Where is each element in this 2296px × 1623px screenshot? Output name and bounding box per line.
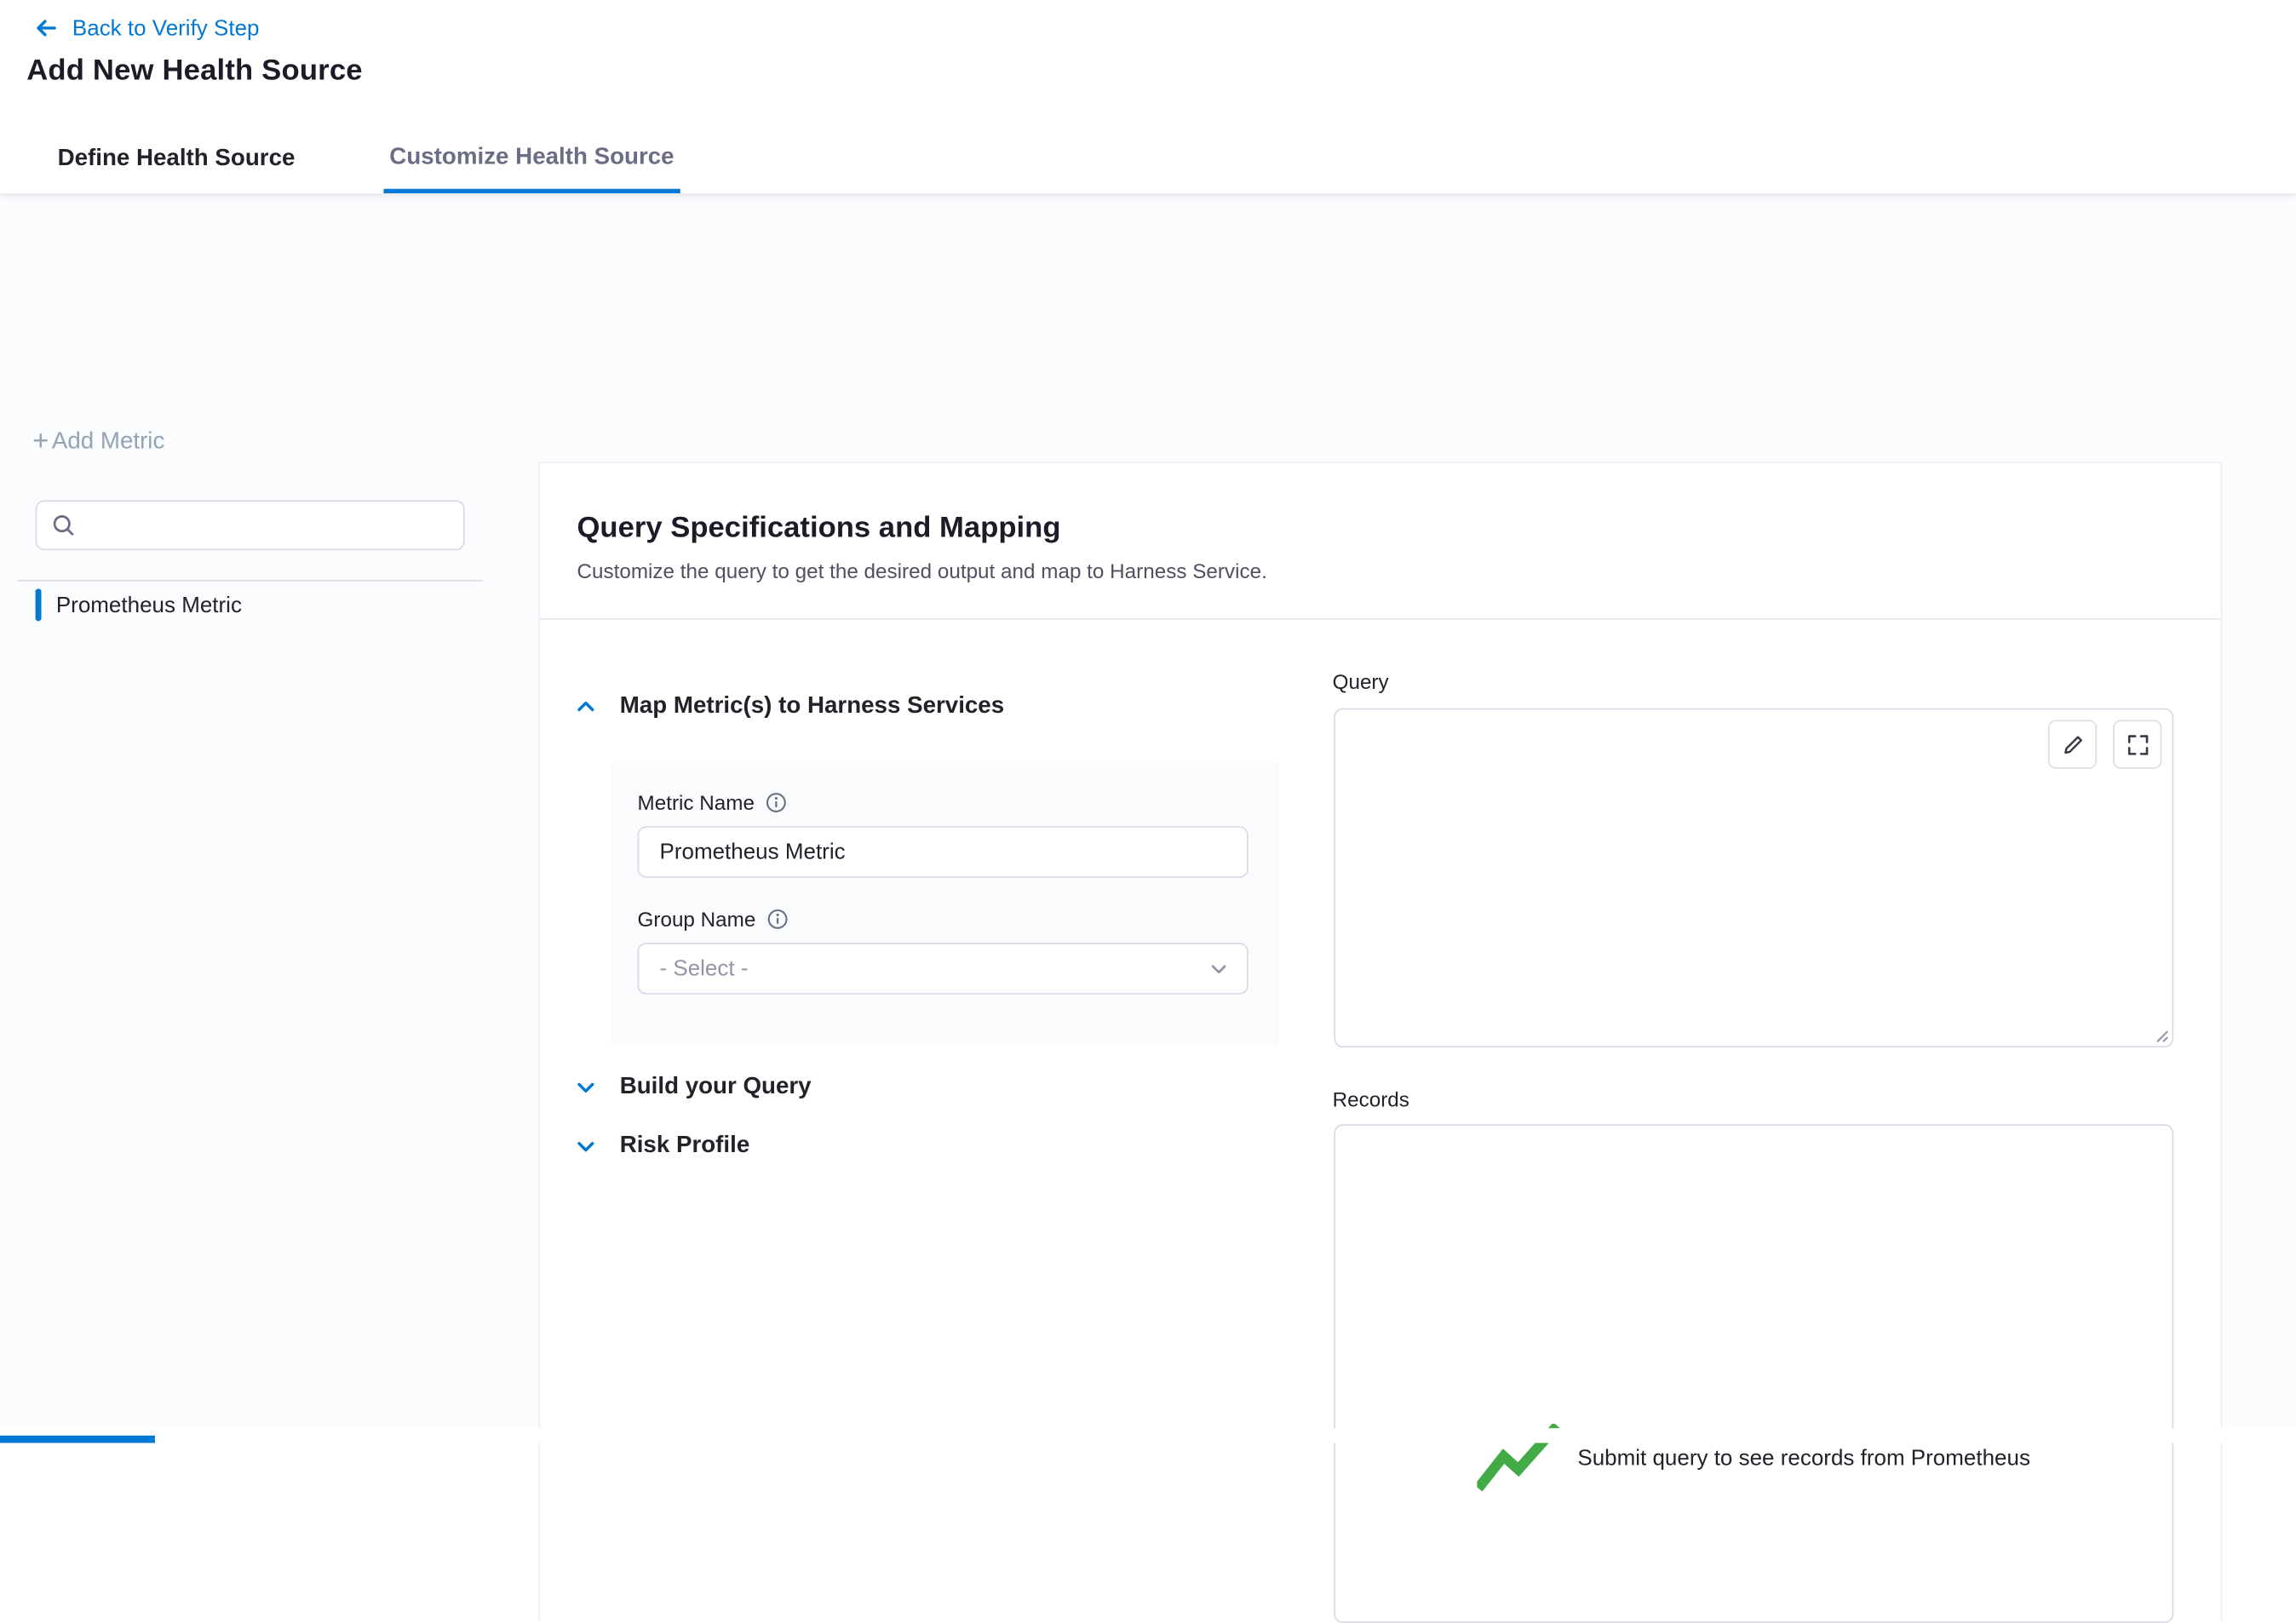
panel-subtitle: Customize the query to get the desired o…	[577, 559, 1266, 583]
resize-handle-icon[interactable]	[2151, 1025, 2169, 1043]
section-build-your-query[interactable]: Build your Query	[574, 1074, 812, 1100]
metric-name-label: Metric Name	[638, 791, 755, 815]
metric-search-input[interactable]	[87, 512, 448, 538]
panel-title: Query Specifications and Mapping	[577, 512, 1060, 546]
section-risk-profile-label: Risk Profile	[620, 1133, 750, 1160]
selected-indicator	[36, 588, 42, 621]
metric-mapping-form: Metric Name Group Name - Select -	[611, 761, 1279, 1046]
query-specifications-panel: Query Specifications and Mapping Customi…	[538, 462, 2222, 1621]
query-editor[interactable]	[1334, 708, 2173, 1048]
section-build-your-query-label: Build your Query	[620, 1074, 812, 1100]
records-label: Records	[1333, 1087, 1409, 1111]
chevron-down-icon	[574, 1134, 598, 1158]
chevron-down-icon	[574, 1075, 598, 1099]
fullscreen-icon	[2126, 732, 2150, 756]
tab-define-health-source[interactable]: Define Health Source	[52, 125, 301, 193]
info-icon[interactable]	[767, 909, 788, 929]
group-name-label: Group Name	[638, 908, 756, 932]
back-link-label: Back to Verify Step	[72, 15, 260, 40]
group-name-label-row: Group Name	[638, 908, 789, 932]
metric-item-label: Prometheus Metric	[56, 593, 242, 617]
section-risk-profile[interactable]: Risk Profile	[574, 1133, 749, 1160]
horizontal-scrollbar-thumb[interactable]	[0, 1436, 155, 1443]
sidebar-divider	[18, 580, 483, 582]
section-map-metrics-label: Map Metric(s) to Harness Services	[620, 693, 1004, 720]
panel-divider	[540, 618, 2220, 620]
metric-name-label-row: Metric Name	[638, 791, 788, 815]
add-metric-button[interactable]: + Add Metric	[32, 429, 164, 456]
section-map-metrics[interactable]: Map Metric(s) to Harness Services	[574, 693, 1004, 720]
expand-query-button[interactable]	[2113, 720, 2161, 769]
page: Back to Verify Step Add New Health Sourc…	[0, 0, 2296, 1443]
metric-name-input[interactable]	[638, 826, 1248, 878]
content-area: + Add Metric Prometheus Metric Query Spe…	[0, 193, 2296, 1443]
chevron-up-icon	[574, 695, 598, 719]
group-name-select-value: - Select -	[659, 956, 748, 981]
chevron-down-icon	[1208, 958, 1229, 978]
footer-strip	[0, 1428, 2296, 1442]
page-title: Add New Health Source	[26, 54, 363, 89]
group-name-select[interactable]: - Select -	[638, 943, 1248, 995]
back-link[interactable]: Back to Verify Step	[32, 10, 259, 46]
search-icon	[52, 513, 76, 537]
info-icon[interactable]	[766, 792, 787, 812]
tab-customize-health-source[interactable]: Customize Health Source	[383, 125, 680, 193]
add-metric-label: Add Metric	[52, 429, 164, 456]
plus-icon: +	[32, 431, 49, 455]
metric-search-box	[36, 500, 465, 550]
records-empty-message: Submit query to see records from Prometh…	[1577, 1445, 2030, 1470]
sidebar-item-prometheus-metric[interactable]: Prometheus Metric	[36, 586, 242, 624]
page-header: Back to Verify Step Add New Health Sourc…	[0, 0, 2296, 193]
query-label: Query	[1333, 670, 1389, 694]
records-panel: Submit query to see records from Prometh…	[1334, 1124, 2173, 1623]
tab-bar: Define Health Source Customize Health So…	[52, 125, 680, 193]
pencil-icon	[2061, 732, 2085, 756]
arrow-left-icon	[32, 14, 59, 41]
edit-query-button[interactable]	[2048, 720, 2097, 769]
